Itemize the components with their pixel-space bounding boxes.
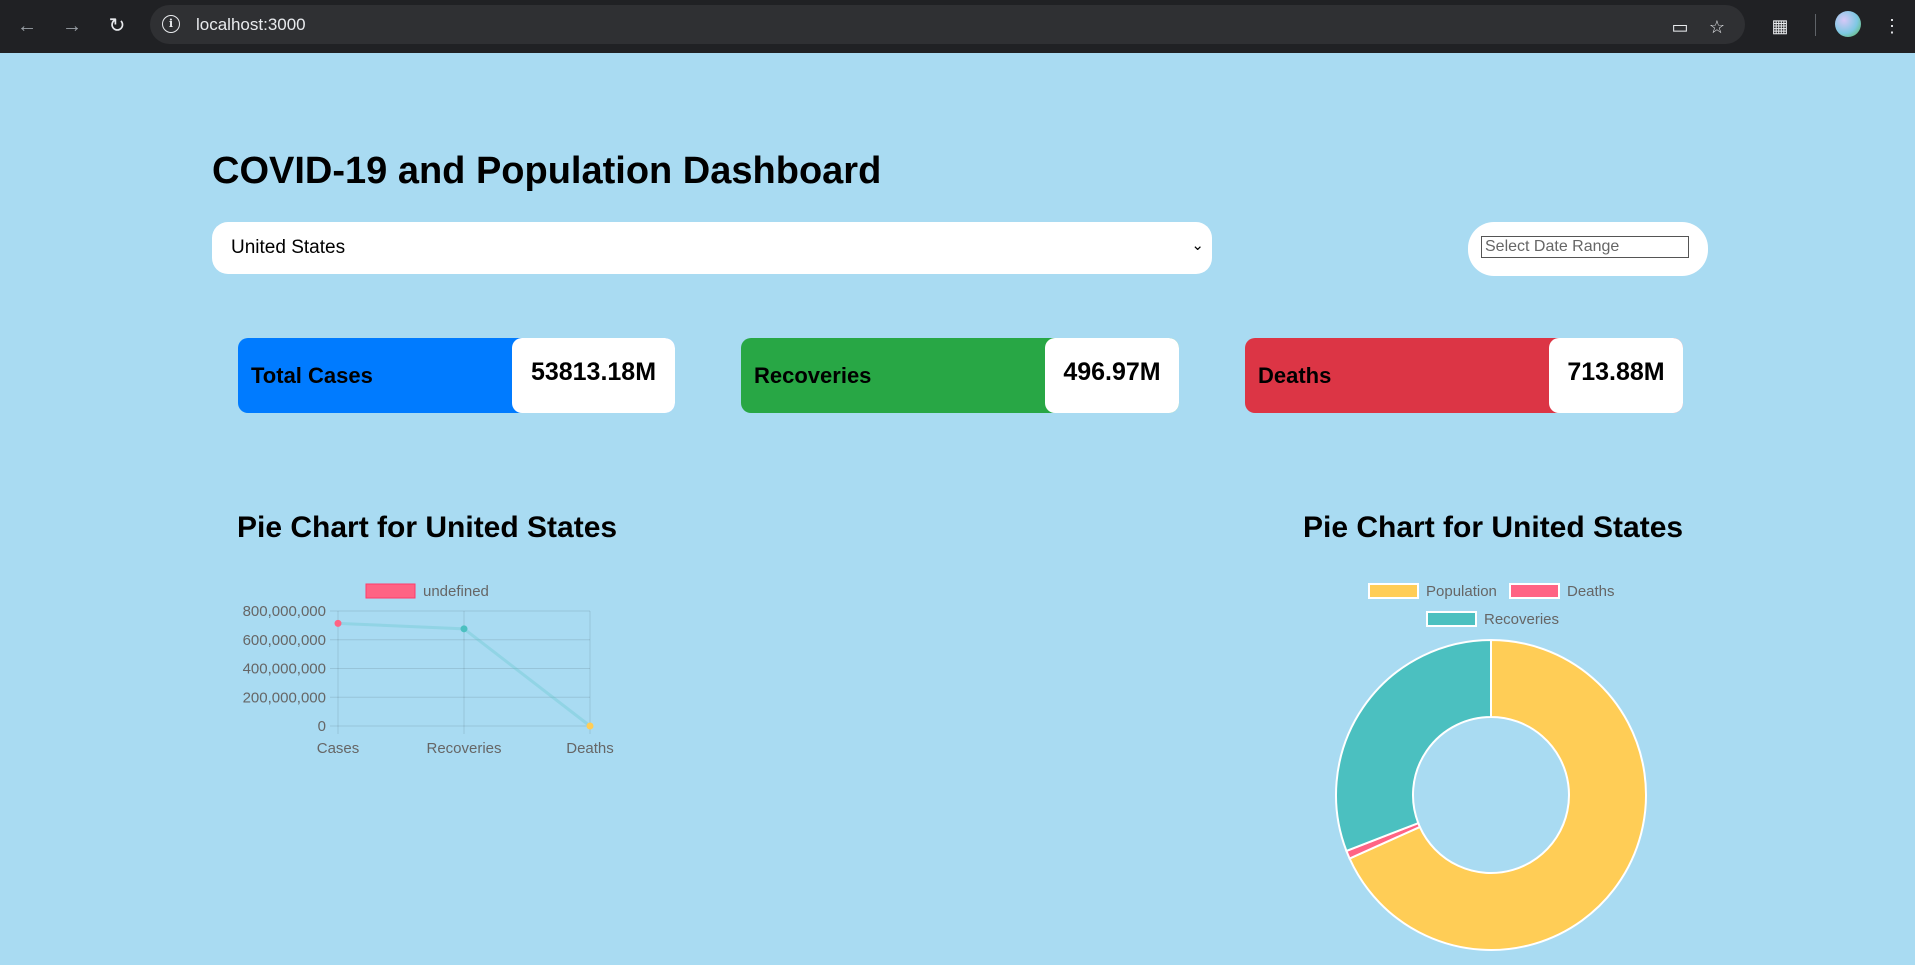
y-tick-label: 800,000,000 (243, 603, 326, 620)
site-info-icon[interactable]: i (162, 15, 180, 33)
toolbar-divider (1815, 14, 1816, 36)
date-range-container: Select Date Range (1468, 222, 1708, 276)
chevron-down-icon: ⌄ (1191, 237, 1204, 254)
extensions-icon[interactable]: ▦ (1766, 12, 1794, 40)
forward-icon[interactable]: → (56, 10, 88, 42)
left-chart-title: Pie Chart for United States (237, 511, 618, 544)
address-bar[interactable]: i localhost:3000 ▭ ☆ (150, 5, 1745, 44)
back-icon[interactable]: ← (11, 10, 43, 42)
total-cases-value: 53813.18M (530, 358, 657, 386)
line-chart: undefined 800,000,000 600,000,000 400,000,0… (243, 583, 614, 757)
menu-kebab-icon[interactable]: ⋮ (1878, 12, 1906, 40)
deaths-label: Deaths (1258, 363, 1332, 388)
legend-swatch (365, 583, 416, 599)
legend-swatch (1368, 583, 1419, 599)
legend-swatch (1509, 583, 1560, 599)
y-tick-label: 600,000,000 (243, 632, 326, 649)
recoveries-label: Recoveries (754, 363, 872, 388)
page-title: COVID-19 and Population Dashboard (212, 150, 882, 192)
legend-label: Deaths (1567, 583, 1615, 600)
y-tick-label: 400,000,000 (243, 661, 326, 678)
recoveries-value: 496.97M (1063, 358, 1161, 386)
date-range-input[interactable]: Select Date Range (1481, 236, 1689, 258)
total-cases-card: Total Cases 53813.18M (238, 338, 675, 413)
doughnut-chart: Population Deaths Recoveries (1335, 583, 1647, 951)
url-text[interactable]: localhost:3000 (196, 15, 306, 35)
bookmark-star-icon[interactable]: ☆ (1705, 15, 1729, 39)
legend-swatch (1426, 611, 1477, 627)
profile-avatar[interactable] (1835, 11, 1861, 37)
legend-label: Population (1426, 583, 1497, 600)
right-chart-title: Pie Chart for United States (1303, 511, 1684, 544)
data-point (334, 619, 342, 627)
doughnut-slice (1335, 638, 1492, 853)
y-tick-label: 0 (318, 718, 326, 735)
reload-icon[interactable]: ↻ (101, 10, 133, 42)
legend-label: undefined (423, 583, 489, 600)
recoveries-card: Recoveries 496.97M (741, 338, 1179, 413)
deaths-card: Deaths 713.88M (1245, 338, 1683, 413)
total-cases-label: Total Cases (251, 363, 373, 388)
x-tick-label: Recoveries (426, 740, 501, 757)
data-point (586, 722, 594, 730)
x-tick-label: Deaths (566, 740, 614, 757)
y-tick-label: 200,000,000 (243, 689, 326, 706)
legend-label: Recoveries (1484, 611, 1559, 628)
deaths-value: 713.88M (1567, 358, 1665, 386)
x-tick-label: Cases (317, 740, 360, 757)
recoveries-value-box: 496.97M (1045, 338, 1179, 413)
total-cases-value-box: 53813.18M (512, 338, 675, 413)
country-select-value: United States (231, 237, 346, 258)
country-select[interactable]: United States ⌄ (212, 222, 1212, 274)
install-app-icon[interactable]: ▭ (1668, 15, 1692, 39)
browser-toolbar: ← → ↻ i localhost:3000 ▭ ☆ ▦ ⋮ (0, 0, 1915, 53)
deaths-value-box: 713.88M (1549, 338, 1683, 413)
data-point (460, 625, 468, 633)
